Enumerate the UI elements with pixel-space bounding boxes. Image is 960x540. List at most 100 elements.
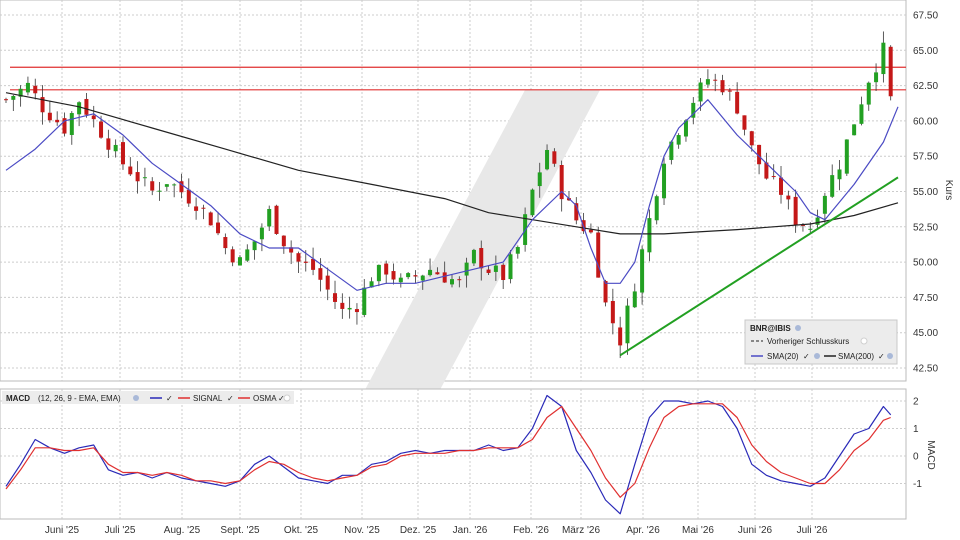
candle-body: [194, 206, 199, 211]
candle-body: [822, 195, 827, 214]
signal-check-icon[interactable]: ✓: [227, 394, 234, 403]
candle-body: [4, 99, 8, 101]
macd-check-icon[interactable]: ✓: [166, 394, 173, 403]
candle-body: [647, 218, 652, 253]
candle-body: [596, 232, 601, 278]
candle-body: [376, 264, 381, 282]
candle-body: [837, 169, 842, 180]
candle-body: [632, 291, 637, 308]
candle-body: [742, 115, 747, 130]
candle-body: [216, 222, 221, 234]
price-y-tick-label: 52.50: [913, 222, 938, 233]
candle-body: [296, 253, 301, 262]
candle-body: [705, 79, 710, 85]
candle-body: [150, 181, 155, 191]
candle-body: [128, 166, 133, 175]
candle-body: [120, 142, 125, 165]
symbol-settings-icon[interactable]: [795, 325, 801, 331]
prev-close-toggle-icon[interactable]: [860, 337, 868, 345]
candle-body: [881, 42, 886, 75]
price-y-tick-label: 45.00: [913, 328, 938, 339]
candle-body: [676, 135, 681, 145]
candle-body: [603, 281, 608, 303]
price-y-tick-label: 47.50: [913, 293, 938, 304]
candle-body: [537, 172, 542, 187]
x-tick-label: Juli '26: [797, 525, 828, 536]
candle-body: [391, 271, 396, 280]
sma200-check-icon[interactable]: ✓: [878, 352, 885, 361]
sma20-settings-icon[interactable]: [814, 353, 820, 359]
price-legend: BNR@IBIS Vorheriger Schlusskurs SMA(20) …: [744, 319, 898, 365]
sma200-settings-icon[interactable]: [887, 353, 893, 359]
candle-body: [55, 119, 60, 123]
candle-body: [457, 279, 462, 281]
stock-chart: 42.50 45.00 47.50 50.00 52.50 55.00 57.50 60.00…: [0, 0, 954, 536]
candle-body: [252, 241, 257, 251]
candle-body: [201, 207, 206, 209]
macd-y-tick-label: 0: [913, 452, 919, 463]
candle-body: [471, 249, 476, 264]
x-tick-label: Feb. '26: [513, 525, 549, 536]
candle-body: [362, 287, 367, 315]
candle-body: [771, 176, 776, 178]
candle-body: [486, 269, 491, 273]
x-tick-label: Jan. '26: [453, 525, 488, 536]
x-tick-label: Aug. '25: [164, 525, 201, 536]
candle-body: [735, 91, 740, 114]
candle-body: [47, 112, 52, 121]
macd-settings-icon[interactable]: [133, 395, 139, 401]
candle-body: [749, 131, 754, 146]
candle-body: [406, 273, 411, 278]
macd-y-tick-label: 1: [913, 424, 919, 435]
candle-body: [530, 189, 535, 216]
candle-body: [852, 124, 857, 136]
price-y-axis-label: Kurs: [943, 180, 954, 201]
candle-body: [11, 95, 16, 100]
candle-body: [99, 121, 104, 138]
x-tick-label: Juli '25: [105, 525, 136, 536]
candle-body: [237, 257, 242, 266]
osma-settings-icon[interactable]: [283, 394, 291, 402]
candle-body: [464, 262, 469, 276]
candle-body: [413, 275, 418, 277]
candle-body: [106, 138, 111, 150]
candle-body: [786, 195, 791, 200]
candle-body: [25, 82, 30, 93]
candle-body: [318, 268, 323, 280]
candle-body: [479, 248, 484, 269]
candle-body: [559, 164, 564, 200]
candle-body: [515, 247, 520, 254]
candle-body: [223, 237, 228, 249]
candle-body: [808, 228, 813, 230]
macd-title: MACD: [6, 394, 30, 403]
candle-body: [340, 302, 345, 309]
candle-body: [450, 279, 454, 285]
candle-body: [888, 46, 893, 97]
candle-body: [654, 196, 659, 221]
candle-body: [720, 80, 725, 93]
x-tick-label: Sept. '25: [220, 525, 260, 536]
legend-prev-close: Vorheriger Schlusskurs: [767, 337, 849, 346]
candle-body: [493, 265, 498, 272]
legend-sma20: SMA(20): [767, 352, 799, 361]
candle-body: [662, 163, 667, 199]
candle-body: [625, 305, 630, 344]
candle-body: [33, 85, 38, 94]
candle-body: [113, 144, 118, 152]
legend-signal: SIGNAL: [193, 394, 223, 403]
candle-body: [274, 205, 279, 234]
candle-body: [610, 300, 615, 324]
candle-body: [844, 139, 849, 174]
macd-y-tick-label: 2: [913, 397, 919, 408]
candle-body: [347, 307, 352, 310]
sma20-check-icon[interactable]: ✓: [803, 352, 810, 361]
x-tick-label: Okt. '25: [284, 525, 319, 536]
macd-params: (12, 26, 9 - EMA, EMA): [38, 394, 121, 403]
x-tick-label: Apr. '26: [626, 525, 660, 536]
x-tick-label: Juni '25: [45, 525, 80, 536]
candle-body: [793, 196, 798, 226]
price-panel: 42.50 45.00 47.50 50.00 52.50 55.00 57.50 60.00…: [0, 0, 954, 446]
candle-body: [172, 184, 177, 186]
candle-body: [157, 190, 162, 192]
candle-body: [779, 177, 784, 195]
